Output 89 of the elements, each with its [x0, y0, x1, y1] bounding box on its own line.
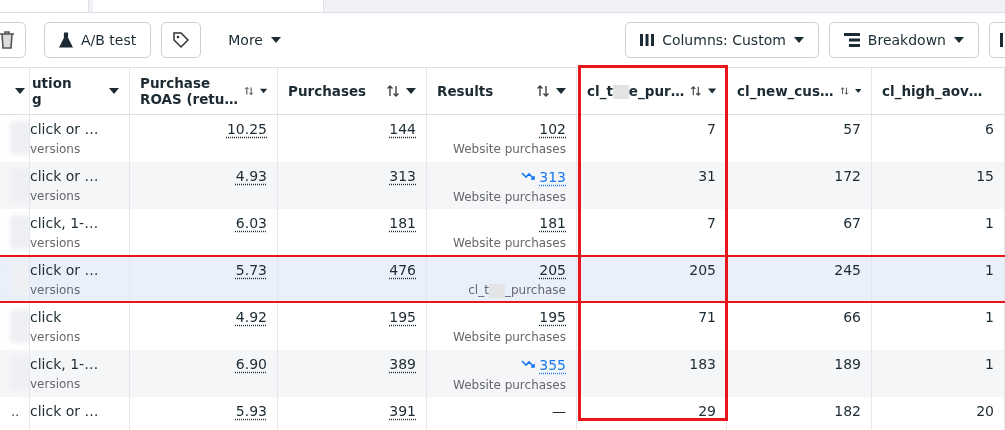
flask-icon: [59, 32, 73, 48]
table-cell: 57: [843, 121, 861, 137]
table-cell: 391: [389, 403, 416, 419]
table-cell: 15: [976, 168, 994, 184]
cell-subtitle: Website purchases: [452, 189, 566, 204]
columns-icon: [640, 34, 655, 46]
result-link[interactable]: 355: [539, 356, 566, 373]
cell-subtitle: versions: [30, 189, 82, 203]
trend-down-icon: [521, 172, 536, 181]
cell-subtitle: versions: [30, 142, 82, 156]
table-cell: 1: [985, 262, 994, 278]
table-cell: 71: [698, 309, 716, 325]
columns-button[interactable]: Columns: Custom: [625, 22, 819, 58]
sort-icon[interactable]: [536, 85, 550, 97]
table-cell: 1: [985, 309, 994, 325]
table-cell: 195: [389, 309, 416, 325]
table-cell: 172: [834, 168, 861, 184]
tag-button[interactable]: [161, 22, 202, 58]
table-cell-text: click, 1-…: [30, 356, 100, 372]
cell-subtitle: versions: [30, 330, 82, 344]
table-cell: 183: [689, 356, 716, 372]
table-cell: 189: [834, 356, 861, 372]
cell-subtitle: cl_t _purchase: [467, 283, 566, 298]
table-cell: 10.25: [226, 121, 267, 137]
table-cell-text: click: [30, 309, 63, 325]
table-cell: 5.73: [235, 262, 267, 278]
table-cell: 182: [834, 403, 861, 419]
caret-icon: [109, 88, 119, 94]
table-cell: ..: [11, 405, 19, 419]
table-cell: 7: [707, 121, 716, 137]
table-cell: 4.92: [235, 309, 267, 325]
cell-subtitle: versions: [30, 236, 82, 250]
cell-subtitle: versions: [30, 377, 82, 391]
trend-down-icon: [521, 360, 536, 369]
table-cell: 102: [539, 121, 566, 137]
caret-icon: [406, 88, 416, 94]
caret-icon: [15, 88, 25, 94]
table-cell: 66: [843, 309, 861, 325]
table-cell: 205: [539, 262, 566, 278]
table-cell-text: click or …: [30, 262, 100, 278]
sort-icon[interactable]: [386, 85, 400, 97]
table-cell: 4.93: [235, 168, 267, 184]
sort-icon[interactable]: [839, 85, 849, 97]
table-cell: 144: [389, 121, 416, 137]
table-cell-text: click or …: [30, 403, 100, 419]
table-cell: 6: [985, 121, 994, 137]
caret-icon: [854, 88, 861, 94]
table-cell: 67: [843, 215, 861, 231]
sort-icon[interactable]: [243, 85, 254, 97]
cell-subtitle: Website purchases: [452, 236, 566, 250]
table-cell: 181: [389, 215, 416, 231]
table-cell: 313: [389, 168, 416, 184]
tag-icon: [172, 31, 191, 49]
table-cell: 476: [389, 262, 416, 278]
table-cell: 245: [834, 262, 861, 278]
caret-icon: [556, 88, 566, 94]
table-cell: 205: [689, 262, 716, 278]
table-cell-text: click, 1-…: [30, 215, 100, 231]
caret-icon: [793, 37, 804, 43]
table-cell: 5.93: [235, 403, 267, 419]
cell-subtitle: Website purchases: [452, 330, 566, 344]
bar-icon: [1000, 33, 1004, 47]
sort-icon[interactable]: [690, 85, 702, 97]
table-cell: 6.90: [235, 356, 267, 372]
caret-icon: [707, 88, 716, 94]
table-cell: 31: [698, 168, 716, 184]
caret-icon: [259, 88, 267, 94]
table-cell: 195: [539, 309, 566, 325]
result-link[interactable]: 313: [539, 168, 566, 185]
caret-icon: [270, 37, 281, 43]
breakdown-button[interactable]: Breakdown: [828, 22, 979, 58]
cell-subtitle: Website purchases: [452, 142, 566, 156]
cell-subtitle: Website purchases: [452, 377, 566, 392]
table-cell: —: [552, 403, 566, 419]
table-cell: 1: [985, 215, 994, 231]
table-cell: 20: [976, 403, 994, 419]
caret-icon: [954, 37, 964, 43]
table-cell: 7: [707, 215, 716, 231]
table-cell: 389: [389, 356, 416, 372]
ab-test-button[interactable]: A/B test: [44, 22, 152, 58]
table-cell: 1: [985, 356, 994, 372]
breakdown-icon: [843, 33, 860, 47]
table-cell: 181: [539, 215, 566, 231]
trash-icon: [0, 31, 15, 49]
table-cell-text: click or …: [30, 168, 100, 184]
table-cell-text: click or …: [30, 121, 100, 137]
cell-subtitle: versions: [30, 283, 82, 297]
table-cell: 6.03: [235, 215, 267, 231]
table-cell: 29: [698, 403, 716, 419]
